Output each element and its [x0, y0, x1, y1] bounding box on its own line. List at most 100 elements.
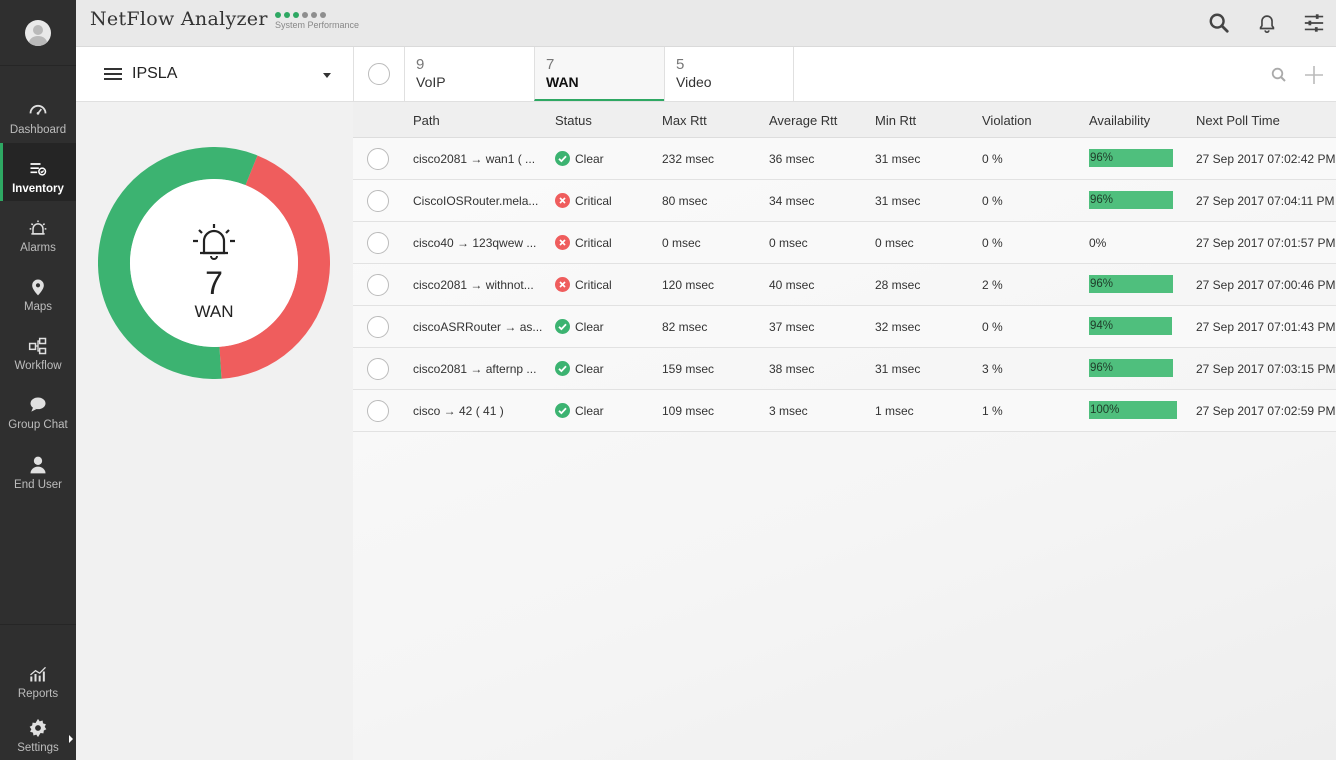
column-header-path[interactable]: Path [413, 113, 440, 128]
min-rtt-cell: 1 msec [875, 404, 914, 418]
table-row[interactable]: CiscoIOSRouter.mela... Critical 80 msec 34 … [353, 180, 1336, 222]
tab-voip[interactable]: 9 VoIP [404, 47, 534, 101]
row-checkbox[interactable] [367, 358, 389, 380]
row-checkbox[interactable] [367, 400, 389, 422]
sidebar-item-inventory[interactable]: Inventory [0, 143, 76, 201]
group-dropdown-value: IPSLA [132, 65, 178, 82]
tab-count: 9 [416, 56, 425, 73]
inventory-icon [30, 163, 47, 176]
min-rtt-cell: 28 msec [875, 278, 921, 292]
tab-wan[interactable]: 7 WAN [534, 47, 664, 101]
path-cell[interactable]: CiscoIOSRouter.mela... [413, 194, 538, 208]
path-cell[interactable]: cisco2081 → afternp ... [413, 362, 536, 376]
status-cell: Critical [555, 235, 612, 250]
clear-status-icon [555, 361, 570, 376]
sidebar-item-label: Dashboard [9, 124, 67, 136]
max-rtt-cell: 82 msec [662, 320, 708, 334]
table-row[interactable]: ciscoASRRouter → as... Clear 82 msec 37 mse… [353, 306, 1336, 348]
column-header-status[interactable]: Status [555, 113, 592, 128]
next-poll-cell: 27 Sep 2017 07:04:11 PM [1196, 194, 1335, 208]
availability-bar: 94% [1089, 317, 1172, 335]
path-cell[interactable]: cisco40 → 123qwew ... [413, 236, 536, 250]
reports-icon [30, 666, 46, 682]
table-row[interactable]: cisco → 42 ( 41 ) Clear 109 msec 3 msec 1 ms… [353, 390, 1336, 432]
row-checkbox[interactable] [367, 274, 389, 296]
column-header-violation[interactable]: Violation [982, 113, 1032, 128]
table-row[interactable]: cisco2081 → withnot... Critical 120 msec 40… [353, 264, 1336, 306]
group-dropdown[interactable]: IPSLA [76, 47, 353, 102]
clear-status-icon [555, 403, 570, 418]
path-cell[interactable]: cisco2081 → withnot... [413, 278, 534, 292]
availability-bar: 100% [1089, 401, 1177, 419]
app-title: NetFlow Analyzer [90, 8, 268, 30]
table-header: Path Status Max Rtt Average Rtt Min Rtt … [353, 102, 1336, 138]
sidebar-item-workflow[interactable]: Workflow [0, 320, 76, 378]
row-checkbox[interactable] [367, 190, 389, 212]
path-cell[interactable]: cisco → 42 ( 41 ) [413, 404, 504, 418]
sidebar-item-group-chat[interactable]: Group Chat [0, 379, 76, 437]
settings-sliders-icon[interactable] [1303, 12, 1325, 34]
min-rtt-cell: 31 msec [875, 362, 921, 376]
violation-cell: 2 % [982, 278, 1003, 292]
tabs-bar: 9 VoIP 7 WAN 5 Video [353, 47, 1336, 102]
sidebar-item-maps[interactable]: Maps [0, 261, 76, 319]
status-cell: Clear [555, 319, 604, 334]
next-poll-cell: 27 Sep 2017 07:01:57 PM [1196, 236, 1336, 250]
availability-bar: 96% [1089, 359, 1173, 377]
status-cell: Clear [555, 403, 604, 418]
expand-arrow-icon[interactable] [69, 735, 73, 743]
column-header-average-rtt[interactable]: Average Rtt [769, 113, 837, 128]
wan-count: 7 [205, 265, 223, 301]
avg-rtt-cell: 34 msec [769, 194, 815, 208]
table-row[interactable]: cisco2081 → wan1 ( ... Clear 232 msec 36 ms… [353, 138, 1336, 180]
availability-value: 0% [1089, 236, 1107, 250]
column-header-max-rtt[interactable]: Max Rtt [662, 113, 707, 128]
bell-icon[interactable] [1256, 12, 1278, 34]
status-cell: Critical [555, 277, 612, 292]
performance-label: System Performance [275, 20, 360, 30]
status-text: Clear [575, 362, 604, 376]
status-cell: Clear [555, 361, 604, 376]
row-checkbox[interactable] [367, 316, 389, 338]
next-poll-cell: 27 Sep 2017 07:02:42 PM [1196, 152, 1336, 166]
status-donut-chart[interactable]: 7 WAN [98, 147, 330, 379]
search-icon[interactable] [1208, 12, 1230, 34]
tab-video[interactable]: 5 Video [664, 47, 794, 101]
system-performance-indicator[interactable]: System Performance [275, 12, 359, 30]
column-header-next-poll-time[interactable]: Next Poll Time [1196, 113, 1280, 128]
row-checkbox[interactable] [367, 232, 389, 254]
table-row[interactable]: cisco40 → 123qwew ... Critical 0 msec 0 mse… [353, 222, 1336, 264]
avg-rtt-cell: 3 msec [769, 404, 808, 418]
sidebar-item-reports[interactable]: Reports [0, 648, 76, 706]
row-checkbox[interactable] [367, 148, 389, 170]
status-text: Clear [575, 152, 604, 166]
column-header-min-rtt[interactable]: Min Rtt [875, 113, 916, 128]
table-row[interactable]: cisco2081 → afternp ... Clear 159 msec 38 m… [353, 348, 1336, 390]
tab-label: Video [676, 74, 712, 90]
add-icon[interactable] [1304, 65, 1324, 85]
avatar[interactable] [25, 19, 51, 46]
clear-status-icon [555, 151, 570, 166]
sidebar-item-label: Workflow [14, 360, 62, 372]
violation-cell: 0 % [982, 320, 1003, 334]
sidebar-item-settings[interactable]: Settings [0, 702, 76, 760]
avg-rtt-cell: 40 msec [769, 278, 815, 292]
path-cell[interactable]: cisco2081 → wan1 ( ... [413, 152, 535, 166]
next-poll-cell: 27 Sep 2017 07:01:43 PM [1196, 320, 1336, 334]
max-rtt-cell: 0 msec [662, 236, 701, 250]
critical-status-icon [555, 277, 570, 292]
gauge-icon [29, 104, 47, 115]
performance-dot [284, 12, 290, 18]
min-rtt-cell: 31 msec [875, 194, 921, 208]
sidebar-item-dashboard[interactable]: Dashboard [0, 84, 76, 142]
sidebar-item-end-user[interactable]: End User [0, 439, 76, 497]
menu-icon[interactable] [104, 68, 122, 80]
critical-status-icon [555, 193, 570, 208]
status-text: Critical [575, 278, 612, 292]
search-icon[interactable] [1271, 67, 1287, 83]
min-rtt-cell: 31 msec [875, 152, 921, 166]
path-cell[interactable]: ciscoASRRouter → as... [413, 320, 542, 334]
sidebar-item-alarms[interactable]: Alarms [0, 202, 76, 260]
select-all-checkbox[interactable] [368, 63, 390, 85]
column-header-availability[interactable]: Availability [1089, 113, 1150, 128]
